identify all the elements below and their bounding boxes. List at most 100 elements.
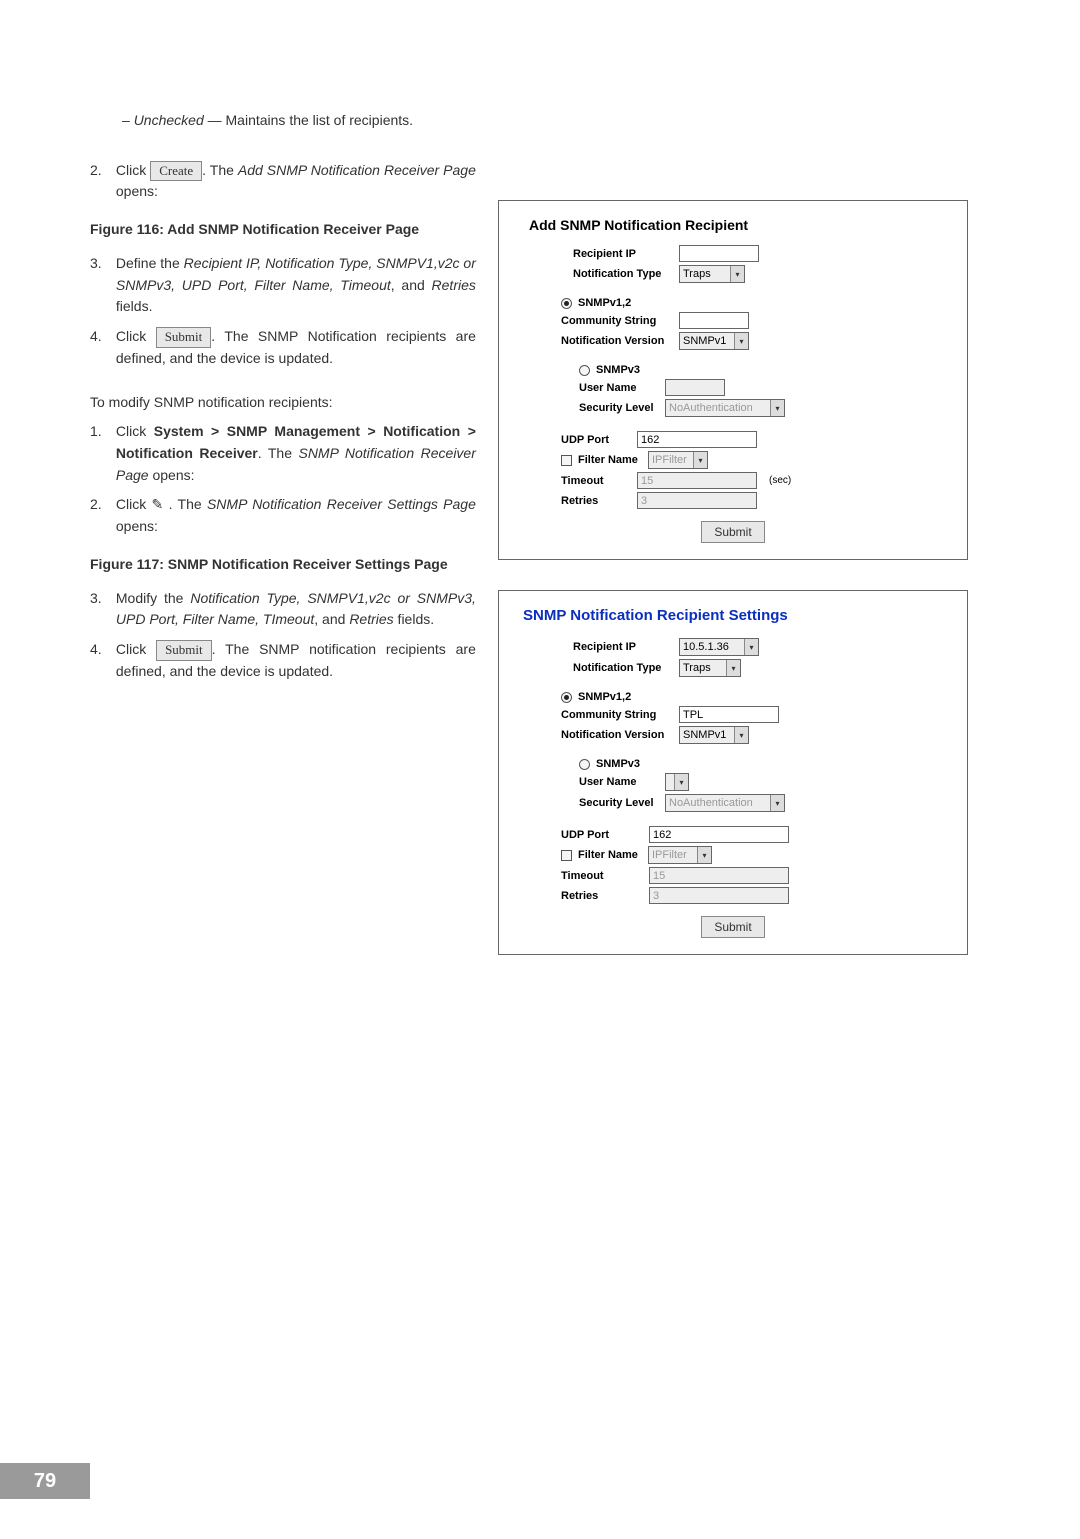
- p2-udp-port-input[interactable]: [649, 826, 789, 843]
- notif-type-row: Notification Type Traps▾: [573, 265, 949, 283]
- post-2a: . The: [202, 162, 238, 178]
- pencil-icon[interactable]: ✎: [152, 494, 164, 516]
- p2-retries-label: Retries: [561, 890, 643, 902]
- notif-ver-label: Notification Version: [561, 335, 673, 347]
- body-3b: Modify the Notification Type, SNMPV1,v2c…: [116, 588, 476, 631]
- pre-3b: Modify the: [116, 590, 190, 606]
- num-2a: 2.: [90, 160, 112, 182]
- chevron-down-icon: ▾: [697, 847, 711, 863]
- p2-sec-level-label: Security Level: [579, 797, 659, 809]
- filter-name-value: IPFilter: [652, 454, 687, 466]
- pre-4b: Click: [116, 641, 156, 657]
- num-4a: 4.: [90, 326, 112, 348]
- figure-116-caption: Figure 116: Add SNMP Notification Receiv…: [90, 221, 480, 237]
- p2-snmp3-radio[interactable]: [579, 759, 590, 770]
- p2-timeout-row: Timeout: [561, 867, 949, 884]
- p2-snmp3-label: SNMPv3: [596, 758, 640, 770]
- p2-user-name-row: User Name ▾: [579, 773, 949, 791]
- p2-retries-input: [649, 887, 789, 904]
- timeout-input: [637, 472, 757, 489]
- udp-port-input[interactable]: [637, 431, 757, 448]
- p2-filter-name-select: IPFilter ▾: [648, 846, 712, 864]
- p2-timeout-input: [649, 867, 789, 884]
- notif-ver-row: Notification Version SNMPv1 ▾: [561, 332, 949, 350]
- body-4b: Click Submit. The SNMP notification reci…: [116, 639, 476, 682]
- italic-2a: Add SNMP Notification Receiver Page: [238, 162, 476, 178]
- p2-retries-row: Retries: [561, 887, 949, 904]
- mid-3a: , and: [391, 277, 432, 293]
- term-unchecked: Unchecked: [134, 112, 204, 128]
- num-3a: 3.: [90, 253, 112, 275]
- step-2b: 2. Click ✎ . The SNMP Notification Recei…: [90, 494, 480, 537]
- chevron-down-icon: ▾: [744, 639, 758, 655]
- p2-snmp12-radio-row: SNMPv1,2: [561, 691, 949, 703]
- p2-notif-ver-label: Notification Version: [561, 729, 673, 741]
- notif-ver-select[interactable]: SNMPv1 ▾: [679, 332, 749, 350]
- recipient-ip-input[interactable]: [679, 245, 759, 262]
- community-input[interactable]: [679, 312, 749, 329]
- retries-input: [637, 492, 757, 509]
- p2-recipient-ip-select[interactable]: 10.5.1.36▾: [679, 638, 759, 656]
- p2-notif-type-row: Notification Type Traps ▾: [573, 659, 949, 677]
- body-2a: Click Create. The Add SNMP Notification …: [116, 160, 476, 203]
- panel2-submit-button[interactable]: Submit: [701, 916, 764, 938]
- submit-button-inline-1[interactable]: Submit: [156, 327, 212, 348]
- notif-ver-value: SNMPv1: [683, 335, 726, 347]
- filter-name-label: Filter Name: [578, 454, 642, 466]
- p2-notif-ver-select[interactable]: SNMPv1▾: [679, 726, 749, 744]
- create-button-inline[interactable]: Create: [150, 161, 202, 182]
- pre-3a: Define the: [116, 255, 184, 271]
- pre-4a: Click: [116, 328, 156, 344]
- p2-filter-name-checkbox[interactable]: [561, 850, 572, 861]
- panel1-submit-button[interactable]: Submit: [701, 521, 764, 543]
- p2-notif-type-value: Traps: [683, 662, 711, 674]
- step-3b: 3. Modify the Notification Type, SNMPV1,…: [90, 588, 480, 631]
- filter-name-checkbox[interactable]: [561, 455, 572, 466]
- step-1b: 1. Click System > SNMP Management > Noti…: [90, 421, 480, 486]
- snmp3-radio[interactable]: [579, 365, 590, 376]
- p2-snmp12-label: SNMPv1,2: [578, 691, 631, 703]
- tail-2b: opens:: [116, 518, 158, 534]
- pre-2a: Click: [116, 162, 150, 178]
- p2-notif-type-select[interactable]: Traps ▾: [679, 659, 741, 677]
- p2-sec-level-select: NoAuthentication▾: [665, 794, 785, 812]
- right-column: Add SNMP Notification Recipient Recipien…: [498, 110, 968, 985]
- italic2-3b: Retries: [349, 611, 393, 627]
- pre-1b: Click: [116, 423, 154, 439]
- step-3a: 3. Define the Recipient IP, Notification…: [90, 253, 480, 318]
- post-1b: . The: [258, 445, 299, 461]
- udp-port-label: UDP Port: [561, 434, 631, 446]
- timeout-row: Timeout (sec): [561, 472, 949, 489]
- chevron-down-icon: ▾: [730, 266, 744, 282]
- p2-notif-type-label: Notification Type: [573, 662, 673, 674]
- dash-item-unchecked: – Unchecked — Maintains the list of reci…: [122, 110, 480, 132]
- num-3b: 3.: [90, 588, 112, 610]
- p2-community-input[interactable]: [679, 706, 779, 723]
- chevron-down-icon: ▾: [726, 660, 740, 676]
- community-label: Community String: [561, 315, 673, 327]
- p2-snmp12-radio[interactable]: [561, 692, 572, 703]
- snmp12-radio[interactable]: [561, 298, 572, 309]
- p2-filter-name-row: Filter Name IPFilter ▾: [561, 846, 949, 864]
- snmp3-label: SNMPv3: [596, 364, 640, 376]
- body-3a: Define the Recipient IP, Notification Ty…: [116, 253, 476, 318]
- step-4b: 4. Click Submit. The SNMP notification r…: [90, 639, 480, 682]
- chevron-down-icon: ▾: [734, 333, 748, 349]
- filter-name-row: Filter Name IPFilter▾: [561, 451, 949, 469]
- p2-snmp3-radio-row: SNMPv3: [579, 758, 949, 770]
- p2-user-name-select: ▾: [665, 773, 689, 791]
- p2-filter-name-value: IPFilter: [652, 849, 687, 861]
- notif-type-select[interactable]: Traps▾: [679, 265, 745, 283]
- body-1b: Click System > SNMP Management > Notific…: [116, 421, 476, 486]
- submit-button-inline-2[interactable]: Submit: [156, 640, 212, 661]
- p2-community-row: Community String: [561, 706, 949, 723]
- p2-sec-level-row: Security Level NoAuthentication▾: [579, 794, 949, 812]
- post-2b: . The: [163, 496, 207, 512]
- recipient-ip-label: Recipient IP: [573, 248, 673, 260]
- community-row: Community String: [561, 312, 949, 329]
- filter-name-select: IPFilter▾: [648, 451, 708, 469]
- timeout-unit: (sec): [769, 475, 791, 486]
- chevron-down-icon: ▾: [770, 400, 784, 416]
- retries-label: Retries: [561, 495, 631, 507]
- p2-filter-name-label: Filter Name: [578, 849, 642, 861]
